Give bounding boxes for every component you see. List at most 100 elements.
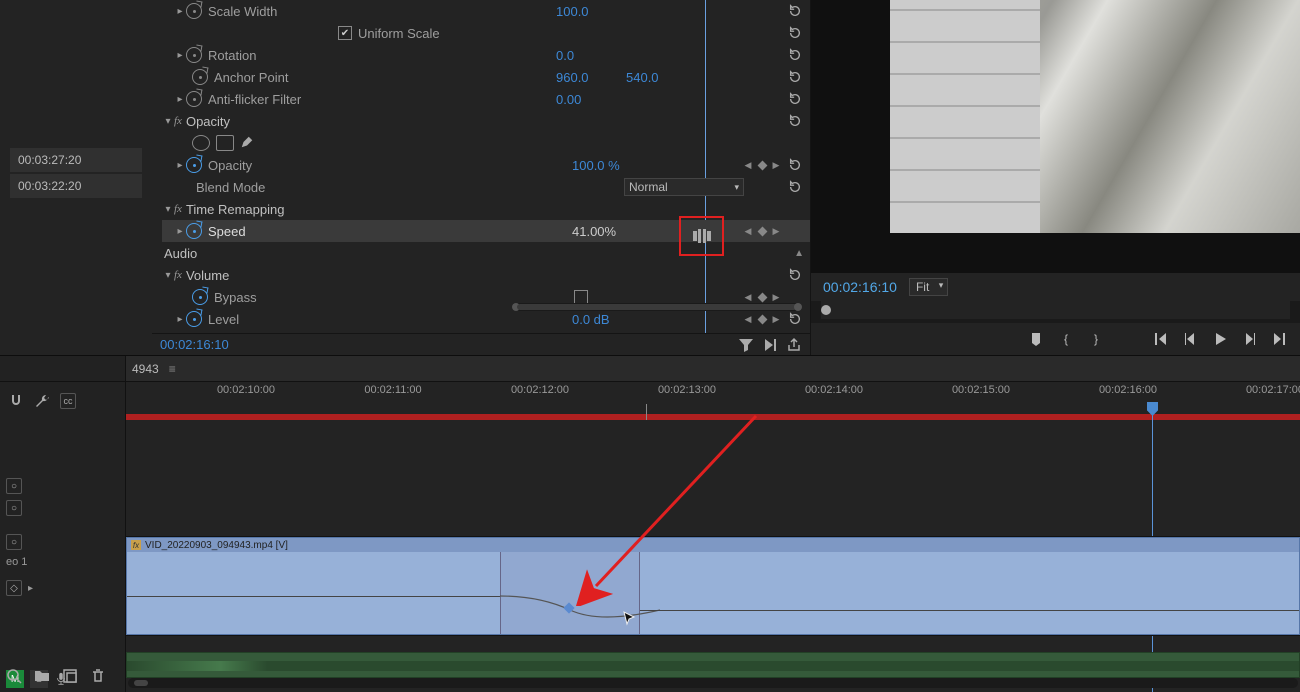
stopwatch-icon[interactable] <box>192 69 208 85</box>
expand-chevron-icon[interactable]: ▸ <box>28 583 33 594</box>
speed-remap-lane[interactable] <box>127 552 1299 634</box>
stopwatch-icon[interactable] <box>186 3 202 19</box>
add-keyframe-icon[interactable] <box>756 225 768 237</box>
marker-icon[interactable] <box>1028 331 1044 347</box>
next-keyframe-icon[interactable]: ▶ <box>770 225 782 237</box>
bin-clip-duration[interactable]: 00:03:27:20 <box>10 148 142 172</box>
in-point-icon[interactable]: { <box>1058 331 1074 347</box>
monitor-timecode[interactable]: 00:02:16:10 <box>823 279 897 295</box>
expand-chevron-icon[interactable]: ▸ <box>174 160 186 171</box>
video-track[interactable]: fx VID_20220903_094943.mp4 [V] <box>126 536 1300 636</box>
collapse-chevron-icon[interactable]: ▾ <box>162 270 174 281</box>
play-only-icon[interactable] <box>762 337 778 353</box>
next-keyframe-icon[interactable]: ▶ <box>770 291 782 303</box>
trash-icon[interactable] <box>90 668 106 684</box>
rotation-value[interactable]: 0.0 <box>556 48 626 63</box>
antiflicker-value[interactable]: 0.00 <box>556 92 626 107</box>
program-monitor-panel: 00:02:16:10 Fit { } <box>811 0 1300 355</box>
next-keyframe-icon[interactable]: ▶ <box>770 159 782 171</box>
track-visibility-toggle[interactable]: ○ <box>6 478 22 494</box>
timeline-h-scrollbar[interactable] <box>128 678 1298 688</box>
reset-icon[interactable] <box>786 310 804 328</box>
stopwatch-active-icon[interactable] <box>186 223 202 239</box>
track-visibility-toggle[interactable]: ○ <box>6 500 22 516</box>
effect-group-label[interactable]: Time Remapping <box>186 202 810 217</box>
reset-icon[interactable] <box>786 266 804 284</box>
zoom-select[interactable]: Fit <box>909 278 948 296</box>
step-back-icon[interactable] <box>1182 331 1198 347</box>
expand-chevron-icon[interactable]: ▸ <box>174 94 186 105</box>
effect-group-label[interactable]: Volume <box>186 268 554 283</box>
wrench-icon[interactable] <box>34 393 50 409</box>
effect-group-label[interactable]: Audio <box>162 246 560 261</box>
add-keyframe-icon[interactable] <box>756 313 768 325</box>
add-keyframe-icon[interactable] <box>756 159 768 171</box>
cc-icon[interactable]: cc <box>60 393 76 409</box>
stopwatch-icon[interactable] <box>186 47 202 63</box>
speed-rubber-band[interactable] <box>640 610 1299 611</box>
uniform-scale-checkbox[interactable] <box>338 26 352 40</box>
reset-icon[interactable] <box>786 24 804 42</box>
reset-icon[interactable] <box>786 2 804 20</box>
speed-value[interactable]: 41.00% <box>572 224 642 239</box>
prev-keyframe-icon[interactable]: ◀ <box>742 313 754 325</box>
out-point-icon[interactable]: } <box>1088 331 1104 347</box>
reset-icon[interactable] <box>786 68 804 86</box>
export-frame-icon[interactable] <box>786 337 802 353</box>
program-monitor-viewport[interactable] <box>890 0 1300 233</box>
stopwatch-active-icon[interactable] <box>186 311 202 327</box>
ellipse-mask-icon[interactable] <box>192 135 210 151</box>
prev-keyframe-icon[interactable]: ◀ <box>742 159 754 171</box>
audio-track[interactable] <box>126 652 1300 678</box>
filter-icon[interactable] <box>738 337 754 353</box>
effects-timecode[interactable]: 00:02:16:10 <box>160 337 730 352</box>
play-icon[interactable] <box>1212 331 1228 347</box>
blend-mode-select[interactable]: Normal▾ <box>624 178 744 196</box>
reset-icon[interactable] <box>786 90 804 108</box>
collapse-chevron-icon[interactable]: ▾ <box>162 116 174 127</box>
add-keyframe-icon[interactable] <box>756 291 768 303</box>
anchor-y-value[interactable]: 540.0 <box>626 70 696 85</box>
go-to-out-icon[interactable] <box>1272 331 1288 347</box>
track-visibility-toggle[interactable]: ○ <box>6 534 22 550</box>
go-to-in-icon[interactable] <box>1152 331 1168 347</box>
search-icon[interactable] <box>6 668 22 684</box>
anchor-x-value[interactable]: 960.0 <box>556 70 626 85</box>
reset-icon[interactable] <box>786 112 804 130</box>
pen-mask-icon[interactable] <box>240 135 254 149</box>
next-keyframe-icon[interactable]: ▶ <box>770 313 782 325</box>
video-clip[interactable]: fx VID_20220903_094943.mp4 [V] <box>126 537 1300 635</box>
scale-width-value[interactable]: 100.0 <box>556 4 626 19</box>
reset-icon[interactable] <box>786 178 804 196</box>
stopwatch-active-icon[interactable] <box>192 289 208 305</box>
rect-mask-icon[interactable] <box>216 135 234 151</box>
reset-icon[interactable] <box>786 46 804 64</box>
stopwatch-icon[interactable] <box>186 91 202 107</box>
effect-group-label[interactable]: Opacity <box>186 114 554 129</box>
reset-icon[interactable] <box>786 156 804 174</box>
collapse-up-icon[interactable]: ▲ <box>794 248 804 259</box>
keyframe-toggle-icon[interactable]: ◇ <box>6 580 22 596</box>
new-bin-icon[interactable] <box>34 668 50 684</box>
level-value[interactable]: 0.0 dB <box>572 312 642 327</box>
effects-keyframe-scrollbar[interactable] <box>512 303 802 311</box>
monitor-time-ruler[interactable] <box>821 301 1290 319</box>
expand-chevron-icon[interactable]: ▸ <box>174 226 186 237</box>
expand-chevron-icon[interactable]: ▸ <box>174 314 186 325</box>
new-item-icon[interactable] <box>62 668 78 684</box>
expand-chevron-icon[interactable]: ▸ <box>174 6 186 17</box>
prev-keyframe-icon[interactable]: ◀ <box>742 225 754 237</box>
speed-rubber-band[interactable] <box>127 596 500 597</box>
stopwatch-active-icon[interactable] <box>186 157 202 173</box>
bypass-checkbox[interactable] <box>574 290 588 304</box>
bin-clip-duration[interactable]: 00:03:22:20 <box>10 174 142 198</box>
snap-icon[interactable] <box>8 393 24 409</box>
sequence-tab[interactable]: 4943 <box>132 362 159 376</box>
collapse-chevron-icon[interactable]: ▾ <box>162 204 174 215</box>
step-forward-icon[interactable] <box>1242 331 1258 347</box>
opacity-value[interactable]: 100.0 % <box>572 158 642 173</box>
panel-menu-icon[interactable]: ≡ <box>169 362 176 376</box>
expand-chevron-icon[interactable]: ▸ <box>174 50 186 61</box>
prev-keyframe-icon[interactable]: ◀ <box>742 291 754 303</box>
monitor-playhead-knob[interactable] <box>821 305 831 315</box>
